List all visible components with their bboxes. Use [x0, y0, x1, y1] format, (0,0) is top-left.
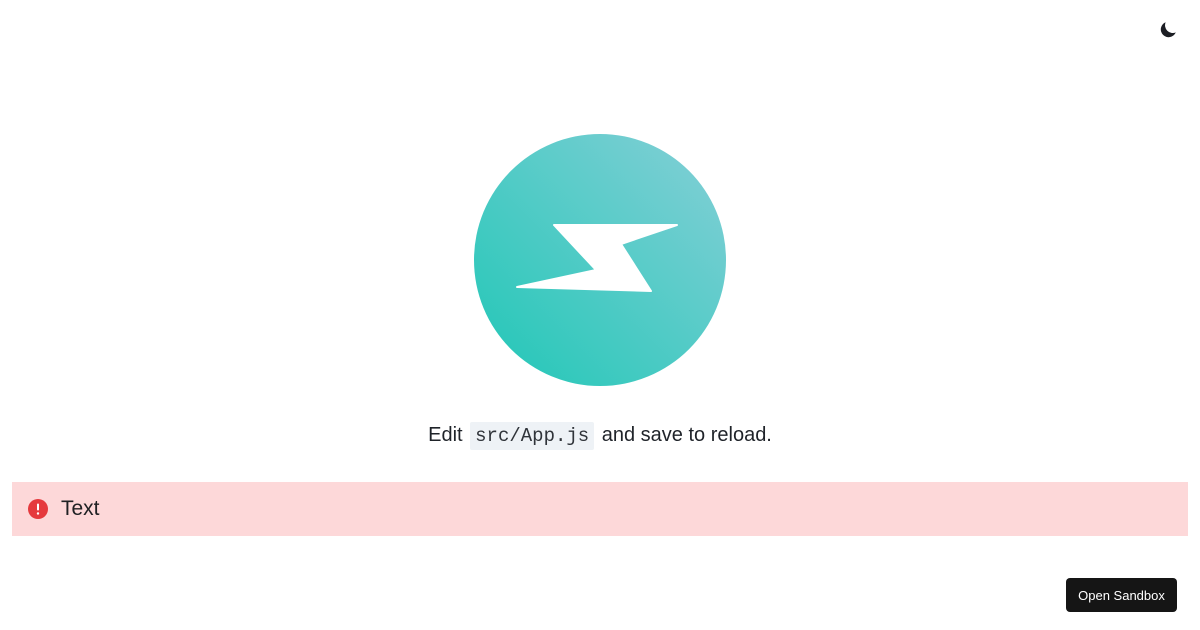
moon-icon [1157, 19, 1179, 46]
error-alert: Text [12, 482, 1188, 536]
instruction-prefix: Edit [428, 424, 463, 446]
alert-text: Text [61, 497, 100, 520]
page: Edit src/App.js and save to reload. Text… [0, 0, 1200, 630]
instruction-text: Edit src/App.js and save to reload. [0, 419, 1200, 452]
instruction-suffix: and save to reload. [601, 424, 772, 446]
open-sandbox-button[interactable]: Open Sandbox [1066, 578, 1177, 612]
exclamation-circle-icon [28, 499, 48, 519]
file-path-code: src/App.js [470, 422, 595, 450]
lightning-bolt-icon [474, 134, 726, 386]
logo [474, 134, 726, 386]
theme-toggle-button[interactable] [1156, 20, 1180, 44]
